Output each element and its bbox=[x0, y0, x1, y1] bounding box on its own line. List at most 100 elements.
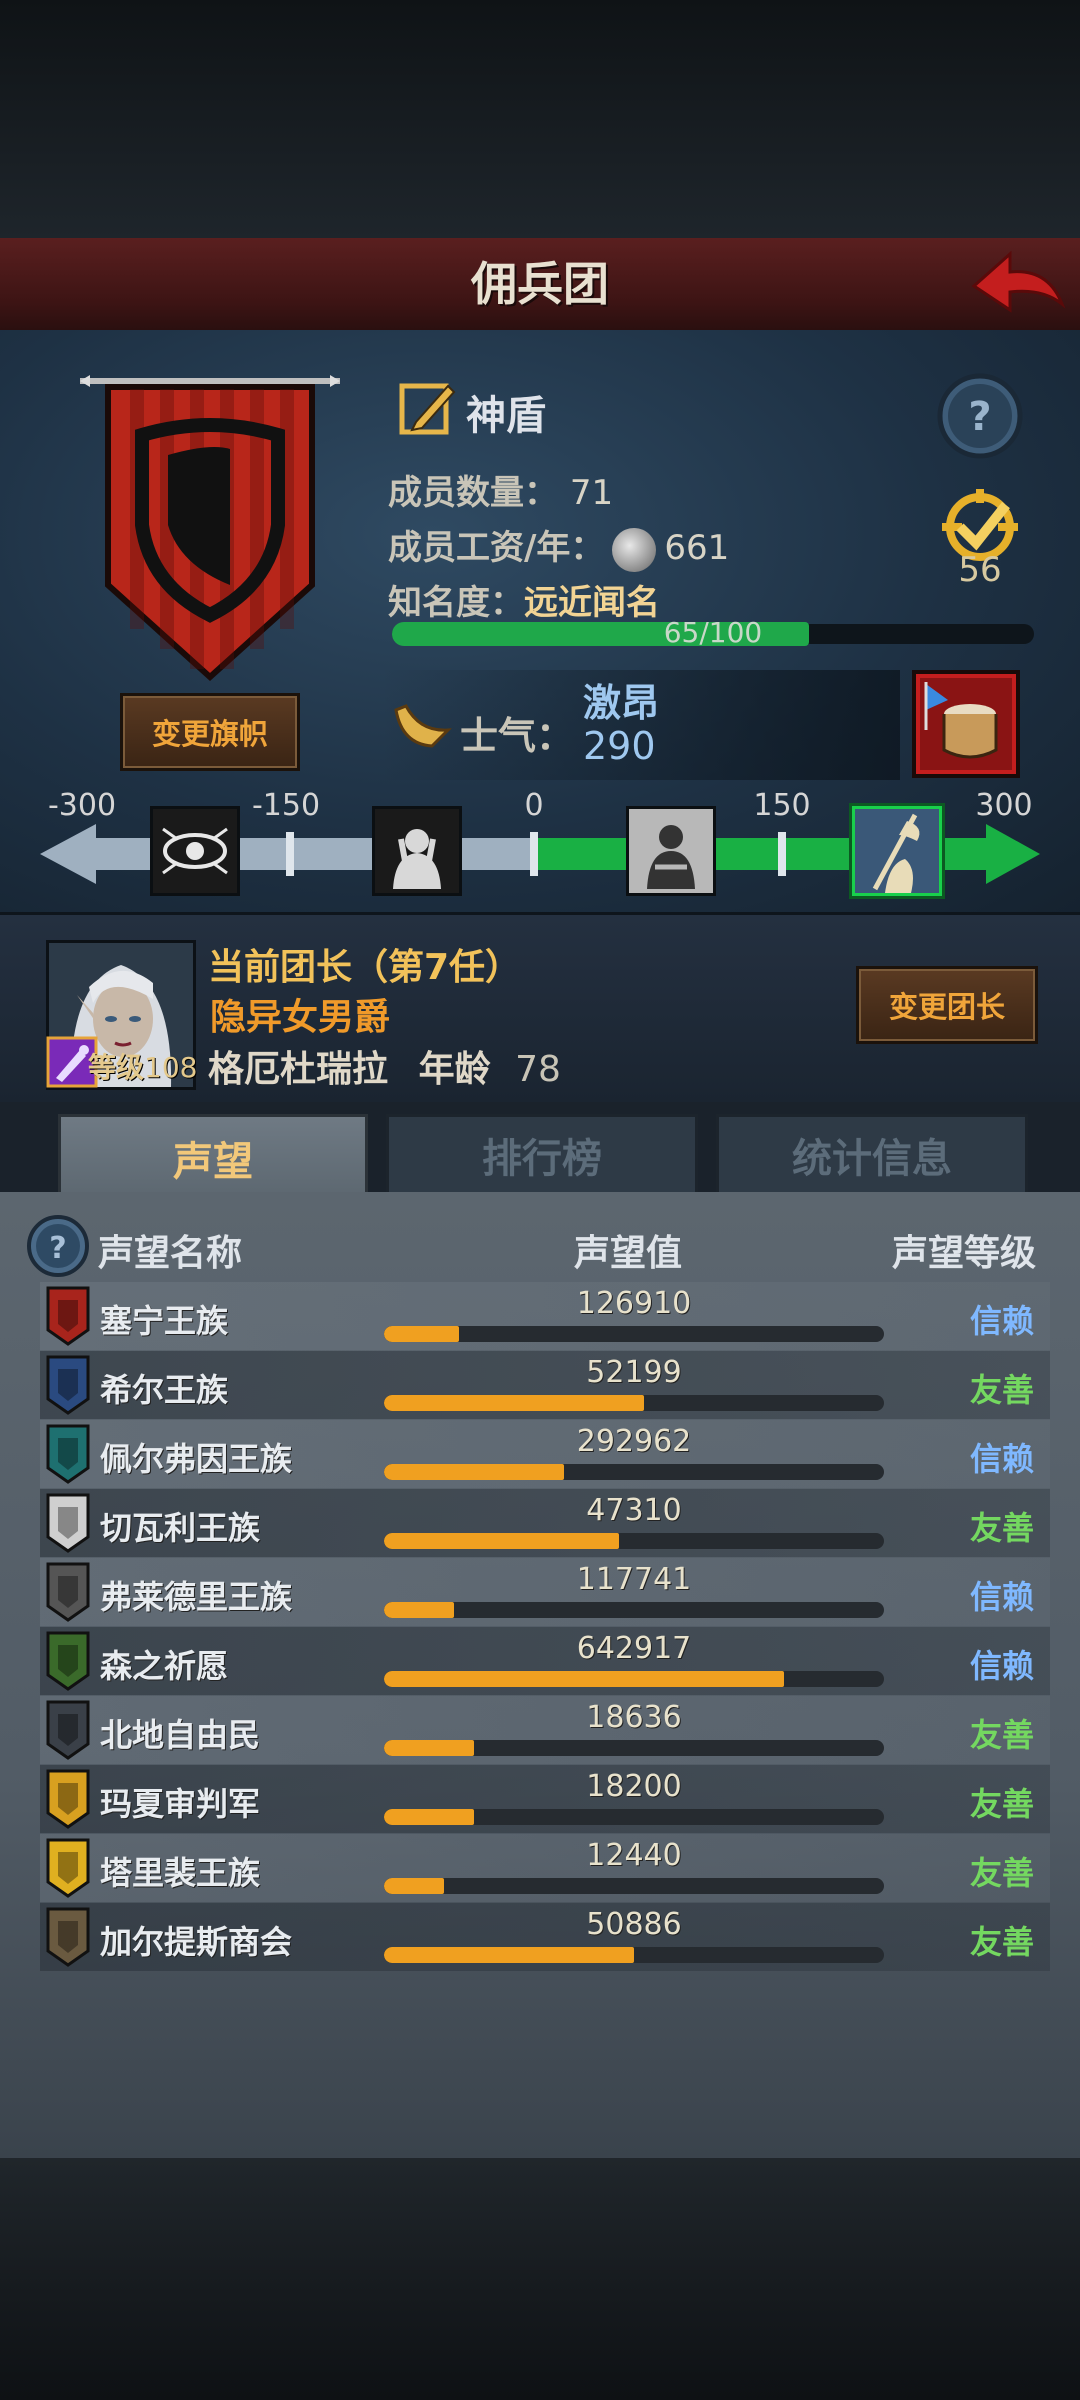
table-row[interactable]: 塔里裴王族 12440 友善 bbox=[40, 1834, 1050, 1902]
table-row[interactable]: 森之祈愿 642917 信赖 bbox=[40, 1627, 1050, 1695]
help-icon[interactable]: ? bbox=[936, 372, 1024, 460]
faction-name: 玛夏审判军 bbox=[100, 1785, 261, 1823]
faction-name: 希尔王族 bbox=[100, 1371, 229, 1409]
reputation-level: 信赖 bbox=[970, 1578, 1035, 1616]
table-row[interactable]: 玛夏审判军 18200 友善 bbox=[40, 1765, 1050, 1833]
reputation-level: 信赖 bbox=[970, 1302, 1035, 1340]
drum-morale-icon[interactable] bbox=[912, 670, 1020, 778]
back-arrow-icon bbox=[971, 250, 1066, 313]
svg-text:?: ? bbox=[49, 1231, 66, 1266]
leader-name-row: 格厄杜瑞拉 年龄 78 bbox=[208, 1040, 561, 1092]
reputation-value: 126910 bbox=[576, 1286, 692, 1321]
reputation-value: 292962 bbox=[576, 1424, 692, 1459]
reputation-progress-bar bbox=[384, 1326, 884, 1342]
reputation-value: 12440 bbox=[586, 1838, 682, 1873]
fame-progress-text: 65/100 bbox=[663, 616, 763, 649]
leader-level-value: 108 bbox=[144, 1051, 198, 1084]
reputation-value: 18200 bbox=[586, 1769, 682, 1804]
members-count: 71 bbox=[569, 473, 614, 513]
table-row[interactable]: 切瓦利王族 47310 友善 bbox=[40, 1489, 1050, 1557]
tab-ranking[interactable]: 排行榜 bbox=[386, 1114, 698, 1196]
table-row[interactable]: 加尔提斯商会 50886 友善 bbox=[40, 1903, 1050, 1971]
reputation-level: 信赖 bbox=[970, 1440, 1035, 1478]
table-row[interactable]: 塞宁王族 126910 信赖 bbox=[40, 1282, 1050, 1350]
reputation-value: 642917 bbox=[576, 1631, 692, 1666]
tab-statistics[interactable]: 统计信息 bbox=[716, 1114, 1028, 1196]
wage-row: 成员工资/年： 661 bbox=[388, 520, 729, 572]
column-header-name: 声望名称 bbox=[98, 1233, 243, 1274]
faction-crest-icon bbox=[46, 1355, 90, 1415]
column-header-level: 声望等级 bbox=[892, 1233, 1037, 1274]
morale-scale-max: 300 bbox=[975, 788, 1033, 823]
tab-reputation[interactable]: 声望 bbox=[58, 1114, 368, 1199]
reputation-progress-fill bbox=[384, 1395, 644, 1411]
back-button[interactable] bbox=[968, 244, 1068, 324]
wage-label: 成员工资/年： bbox=[388, 528, 605, 568]
faction-crest-icon bbox=[46, 1769, 90, 1829]
reputation-help-icon[interactable]: ? bbox=[26, 1214, 90, 1278]
rename-pen-icon[interactable] bbox=[398, 378, 458, 438]
table-row[interactable]: 希尔王族 52199 友善 bbox=[40, 1351, 1050, 1419]
faction-name: 森之祈愿 bbox=[100, 1647, 229, 1685]
reputation-value: 50886 bbox=[586, 1907, 682, 1942]
faction-name: 加尔提斯商会 bbox=[100, 1923, 293, 1961]
reputation-progress-bar bbox=[384, 1602, 884, 1618]
horn-icon bbox=[392, 700, 452, 756]
svg-text:?: ? bbox=[968, 394, 991, 440]
reputation-level: 友善 bbox=[970, 1923, 1035, 1961]
faction-name: 塞宁王族 bbox=[100, 1302, 229, 1340]
faction-name: 北地自由民 bbox=[100, 1716, 261, 1754]
table-row[interactable]: 北地自由民 18636 友善 bbox=[40, 1696, 1050, 1764]
wage-value: 661 bbox=[664, 528, 730, 568]
morale-scale-zero: 0 bbox=[524, 788, 544, 823]
reputation-level: 友善 bbox=[970, 1785, 1035, 1823]
faction-crest-icon bbox=[46, 1907, 90, 1967]
faction-crest-icon bbox=[46, 1493, 90, 1553]
morale-calm-icon[interactable] bbox=[626, 806, 716, 896]
reputation-level: 友善 bbox=[970, 1371, 1035, 1409]
reputation-level: 友善 bbox=[970, 1854, 1035, 1892]
reputation-value: 47310 bbox=[586, 1493, 682, 1528]
reputation-progress-bar bbox=[384, 1395, 884, 1411]
reputation-progress-bar bbox=[384, 1671, 884, 1687]
reputation-progress-fill bbox=[384, 1533, 619, 1549]
faction-name: 切瓦利王族 bbox=[100, 1509, 261, 1547]
change-flag-button[interactable]: 变更旗帜 bbox=[120, 693, 300, 771]
leader-level: 等级108 bbox=[88, 1046, 197, 1086]
change-leader-button[interactable]: 变更团长 bbox=[856, 966, 1038, 1044]
reputation-progress-bar bbox=[384, 1740, 884, 1756]
faction-crest-icon bbox=[46, 1424, 90, 1484]
reputation-progress-fill bbox=[384, 1602, 454, 1618]
morale-eye-icon[interactable] bbox=[150, 806, 240, 896]
leader-title: 当前团长（第7任） bbox=[208, 947, 522, 988]
faction-crest-icon bbox=[46, 1562, 90, 1622]
morale-scale-neg150: -150 bbox=[251, 788, 321, 823]
reputation-progress-fill bbox=[384, 1809, 474, 1825]
reputation-value: 117741 bbox=[576, 1562, 692, 1597]
morale-despair-icon[interactable] bbox=[372, 806, 462, 896]
leader-age: 78 bbox=[515, 1049, 561, 1090]
leader-name: 格厄杜瑞拉 bbox=[208, 1049, 389, 1090]
reputation-progress-fill bbox=[384, 1326, 459, 1342]
morale-scale-min: -300 bbox=[47, 788, 117, 823]
silver-coin-icon bbox=[612, 527, 657, 572]
company-banner bbox=[80, 375, 340, 685]
faction-name: 塔里裴王族 bbox=[100, 1854, 261, 1892]
faction-crest-icon bbox=[46, 1700, 90, 1760]
reputation-level: 友善 bbox=[970, 1716, 1035, 1754]
reputation-level: 信赖 bbox=[970, 1647, 1035, 1685]
bottom-background bbox=[0, 2158, 1080, 2400]
morale-value: 290 bbox=[583, 724, 656, 768]
morale-state: 激昂 bbox=[583, 681, 660, 725]
table-row[interactable]: 弗莱德里王族 117741 信赖 bbox=[40, 1558, 1050, 1626]
company-name: 神盾 bbox=[466, 393, 546, 439]
morale-inspired-icon[interactable] bbox=[852, 806, 942, 896]
reputation-progress-fill bbox=[384, 1671, 784, 1687]
table-row[interactable]: 佩尔弗因王族 292962 信赖 bbox=[40, 1420, 1050, 1488]
morale-scale-150: 150 bbox=[753, 788, 811, 823]
reputation-value: 52199 bbox=[586, 1355, 682, 1390]
leader-level-label: 等级 bbox=[88, 1051, 145, 1084]
members-row: 成员数量： 71 bbox=[388, 465, 613, 514]
reputation-value: 18636 bbox=[586, 1700, 682, 1735]
faction-crest-icon bbox=[46, 1631, 90, 1691]
